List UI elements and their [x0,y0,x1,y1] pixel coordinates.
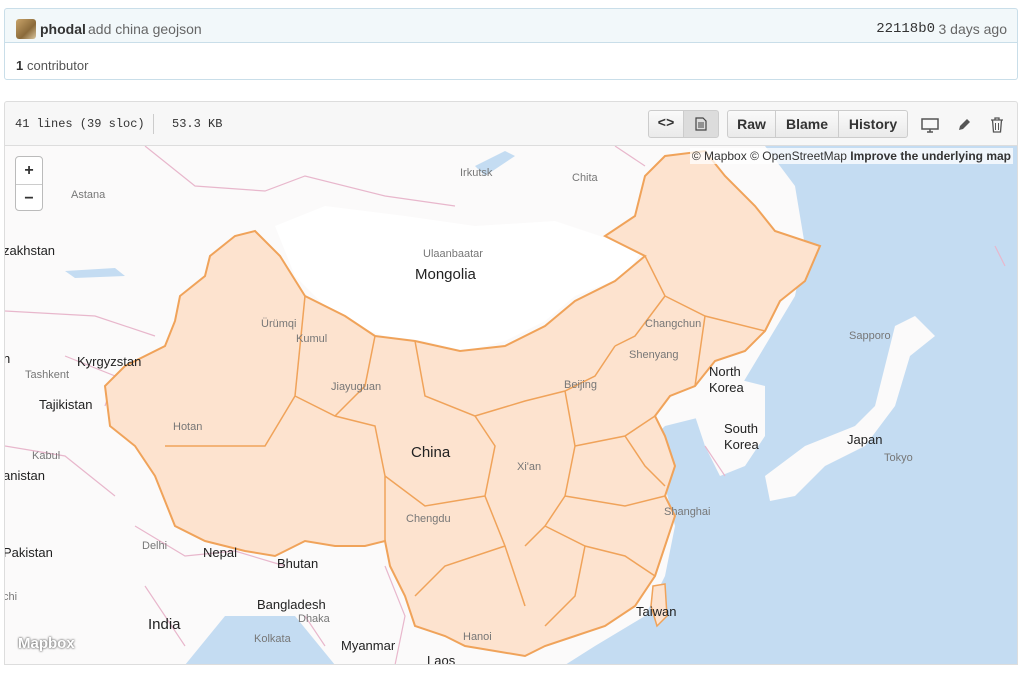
map-label-astana: Astana [71,189,106,201]
map-label-chi: chi [4,591,18,603]
raw-button[interactable]: Raw [727,110,776,138]
map-attribution: © Mapbox © OpenStreetMap Improve the und… [689,148,1013,164]
mapbox-logo[interactable]: Mapbox [18,635,75,652]
file-line-count: 41 lines (39 sloc) [15,117,145,131]
map-label-dhaka: Dhaka [298,613,330,625]
map-label-hotan: Hotan [173,421,203,433]
trash-icon[interactable] [986,114,1008,136]
map-canvas[interactable] [5,146,1018,665]
file-size: 53.3 KB [172,117,223,131]
attribution-mapbox[interactable]: © Mapbox [692,149,747,163]
map-label-bhutan: Bhutan [277,556,319,571]
map-label-india: India [148,616,181,633]
file-header: 41 lines (39 sloc) 53.3 KB <> Raw Blame … [4,101,1018,146]
attribution-osm[interactable]: © OpenStreetMap [750,149,847,163]
map-label-tashkent: Tashkent [25,369,70,381]
map-label-nepal: Nepal [203,545,237,560]
contributor-count: 1 [16,58,24,73]
contributors-bar[interactable]: 1 contributor [4,42,1018,80]
map-label-beijing: Beijing [564,379,598,391]
map-label-south-korea-1: South [724,421,758,436]
file-info-divider [153,114,154,134]
file-icon [695,117,707,131]
map-label-urumqi: Ürümqi [261,318,297,330]
map-view[interactable]: © Mapbox © OpenStreetMap Improve the und… [4,146,1018,665]
commit-time: 3 days ago [938,21,1008,37]
rendered-view-button[interactable] [683,110,719,138]
contributor-label: contributor [27,58,89,73]
map-label-shenyang: Shenyang [629,349,679,361]
map-label-tajikistan: Tajikistan [39,397,93,412]
zoom-in-button[interactable]: + [16,157,42,185]
map-label-chita: Chita [572,172,598,184]
blame-button[interactable]: Blame [775,110,839,138]
map-label-japan: Japan [847,432,883,447]
zoom-out-button[interactable]: − [16,185,42,212]
map-label-kabul: Kabul [32,450,61,462]
commit-bar: phodal add china geojson 22118b0 3 days … [4,8,1018,42]
map-label-pakistan: Pakistan [4,545,53,560]
balkhash-lake [65,268,125,278]
map-label-kumul: Kumul [296,333,328,345]
map-label-delhi: Delhi [142,540,168,552]
map-label-north-korea-2: Korea [709,380,744,395]
map-label-bangladesh: Bangladesh [257,597,326,612]
map-label-mongolia: Mongolia [415,266,476,283]
commit-author[interactable]: phodal [40,21,86,37]
desktop-icon[interactable] [919,114,941,136]
map-label-afghanistan: anistan [4,468,45,483]
map-label-n-edge: n [5,351,10,366]
commit-message[interactable]: add china geojson [88,21,202,37]
map-label-china: China [411,444,451,461]
map-label-taiwan: Taiwan [636,604,677,619]
map-label-hanoi: Hanoi [463,631,492,643]
map-label-ulaanbaatar: Ulaanbaatar [423,248,483,260]
code-view-button[interactable]: <> [648,110,684,138]
map-label-myanmar: Myanmar [341,638,396,653]
author-avatar[interactable] [16,19,36,39]
map-label-kazakhstan: zakhstan [4,243,56,258]
commit-sha[interactable]: 22118b0 [876,21,935,37]
map-label-south-korea-2: Korea [724,437,759,452]
zoom-control: + − [15,156,43,211]
map-label-irkutsk: Irkutsk [460,167,493,179]
map-label-north-korea-1: North [709,364,741,379]
pencil-icon[interactable] [953,114,975,136]
map-label-tokyo: Tokyo [884,452,913,464]
map-label-chengdu: Chengdu [406,513,451,525]
map-label-xian: Xi'an [517,461,542,473]
map-label-kolkata: Kolkata [254,633,291,645]
map-label-kyrgyzstan: Kyrgyzstan [77,354,142,369]
map-label-changchun: Changchun [645,318,702,330]
map-label-shanghai: Shanghai [664,506,711,518]
history-button[interactable]: History [838,110,908,138]
map-label-jiayuguan: Jiayuguan [331,381,382,393]
improve-map-link[interactable]: Improve the underlying map [850,149,1011,163]
map-label-sapporo: Sapporo [849,330,891,342]
map-label-laos: Laos [427,653,456,665]
